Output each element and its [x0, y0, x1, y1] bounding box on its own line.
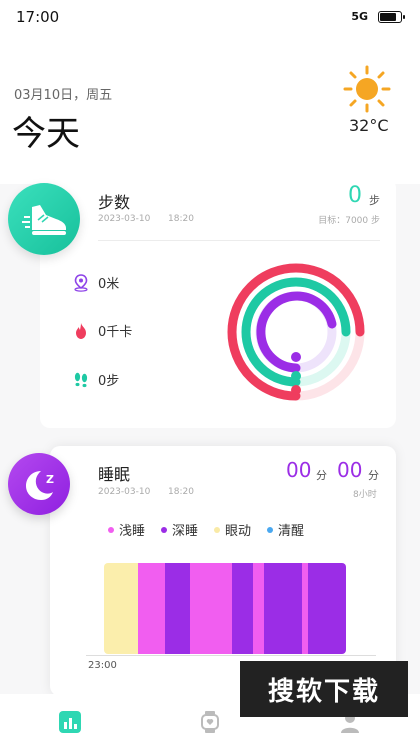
status-bar: 17:00 5G — [0, 0, 420, 34]
network-indicator: 5G — [351, 10, 368, 23]
steps-time: 18:20 — [168, 214, 194, 224]
sleep-badge: Z — [8, 453, 70, 515]
steps-badge — [8, 183, 80, 255]
steps-unit: 步 — [369, 194, 380, 207]
steps-metric-label: 0步 — [98, 374, 120, 389]
date-label: 03月10日，周五 — [14, 88, 113, 103]
sun-icon — [343, 65, 391, 113]
sleep-legend: 浅睡 深睡 眼动 清醒 — [108, 520, 304, 539]
moon-icon: Z — [26, 471, 54, 500]
sleep-title: 睡眠 — [98, 465, 131, 484]
flame-icon — [76, 322, 86, 339]
legend-rem: 眼动 — [214, 520, 251, 539]
calories-label: 0千卡 — [98, 325, 133, 340]
nav-watch-icon[interactable] — [198, 710, 222, 734]
battery-icon — [378, 11, 405, 23]
sleep-date: 2023-03-10 — [98, 487, 151, 497]
steps-title: 步数 — [98, 193, 131, 212]
chart-start-time: 23:00 — [88, 660, 117, 671]
divider — [98, 240, 380, 241]
steps-goal: 目标：7000 步 — [318, 216, 380, 226]
sleep-minutes: 00 — [337, 458, 363, 482]
sleep-goal: 8小时 — [353, 490, 377, 500]
legend-light-sleep: 浅睡 — [108, 520, 145, 539]
footprints-icon — [74, 372, 88, 387]
steps-value: 0 — [348, 183, 362, 208]
location-icon — [74, 273, 88, 292]
svg-text:Z: Z — [46, 473, 54, 486]
temperature: 32°C — [349, 116, 389, 135]
chart-axis — [86, 655, 376, 656]
steps-date: 2023-03-10 — [98, 214, 151, 224]
sleep-hours: 00 — [286, 458, 312, 482]
activity-rings — [227, 263, 365, 401]
calories-metric: 0千卡 — [72, 321, 132, 340]
legend-deep-sleep: 深睡 — [161, 520, 198, 539]
sleep-hours-unit: 分 — [316, 469, 327, 482]
page-title: 今天 — [12, 114, 80, 154]
shoe-icon — [22, 205, 66, 235]
distance-label: 0米 — [98, 277, 120, 292]
nav-stats-icon[interactable] — [58, 710, 82, 734]
status-time: 17:00 — [16, 8, 60, 26]
sleep-time: 18:20 — [168, 487, 194, 497]
sleep-minutes-unit: 分 — [368, 469, 379, 482]
legend-awake: 清醒 — [267, 520, 304, 539]
watermark: 搜软下载 — [240, 661, 408, 717]
distance-metric: 0米 — [72, 273, 119, 292]
sleep-chart — [104, 563, 346, 654]
steps-metric: 0步 — [72, 370, 119, 389]
